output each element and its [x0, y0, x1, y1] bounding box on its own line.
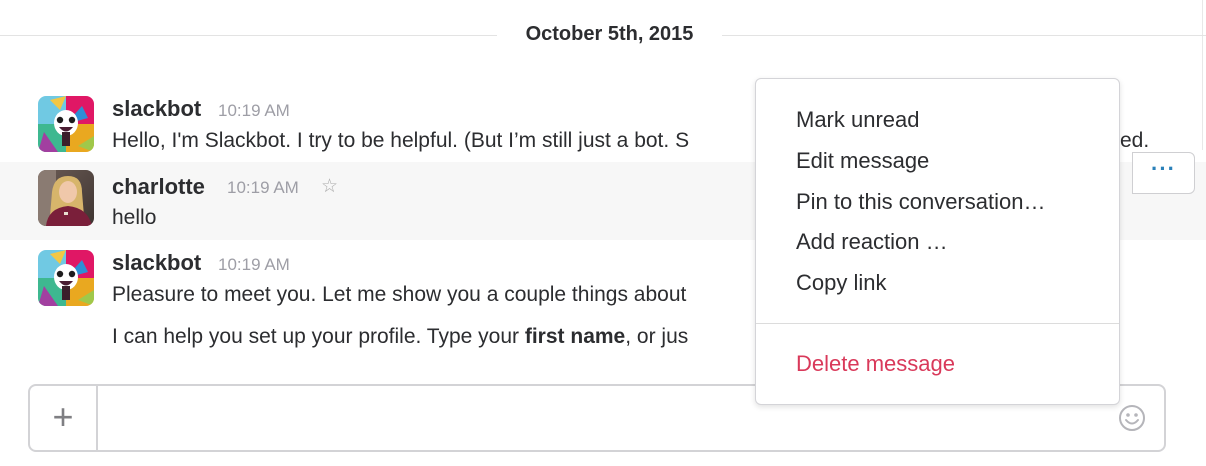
- message-text-profile: I can help you set up your profile. Type…: [112, 325, 688, 349]
- smiley-icon[interactable]: [1118, 404, 1146, 432]
- message-text: Hello, I'm Slackbot. I try to be helpful…: [112, 129, 690, 152]
- slackbot-avatar[interactable]: [38, 250, 94, 306]
- menu-item-add-reaction[interactable]: Add reaction …: [796, 229, 948, 255]
- sender-name[interactable]: charlotte: [112, 174, 205, 200]
- message-text-overflow: ed.: [1120, 129, 1150, 152]
- menu-item-mark-unread[interactable]: Mark unread: [796, 107, 920, 133]
- more-actions-icon: ···: [1151, 156, 1176, 181]
- message-timestamp[interactable]: 10:19 AM: [218, 101, 290, 121]
- menu-separator: [756, 323, 1119, 324]
- bold-text: first name: [524, 325, 626, 348]
- message-timestamp[interactable]: 10:19 AM: [227, 178, 299, 198]
- menu-item-delete-message[interactable]: Delete message: [796, 351, 955, 377]
- plus-icon[interactable]: +: [30, 386, 98, 450]
- divider-line-right: [722, 35, 1206, 36]
- message-context-menu: Mark unread Edit message Pin to this con…: [755, 78, 1120, 405]
- text-segment: I can help you set up your profile. Type…: [112, 325, 525, 348]
- slackbot-avatar[interactable]: [38, 96, 94, 152]
- sender-name[interactable]: slackbot: [112, 96, 201, 122]
- message-timestamp[interactable]: 10:19 AM: [218, 255, 290, 275]
- divider-line-left: [0, 35, 497, 36]
- message-text: hello: [112, 206, 157, 229]
- text-segment: , or jus: [625, 325, 689, 348]
- charlotte-avatar[interactable]: [38, 170, 94, 226]
- menu-item-edit-message[interactable]: Edit message: [796, 148, 929, 174]
- more-actions-button[interactable]: ···: [1132, 152, 1195, 194]
- sender-name[interactable]: slackbot: [112, 250, 201, 276]
- star-outline-icon[interactable]: ☆: [321, 175, 338, 198]
- day-divider: October 5th, 2015: [0, 20, 1206, 50]
- day-divider-label: October 5th, 2015: [525, 23, 694, 45]
- menu-item-pin[interactable]: Pin to this conversation…: [796, 189, 1045, 215]
- menu-item-copy-link[interactable]: Copy link: [796, 270, 886, 296]
- message-text: Pleasure to meet you. Let me show you a …: [112, 283, 687, 306]
